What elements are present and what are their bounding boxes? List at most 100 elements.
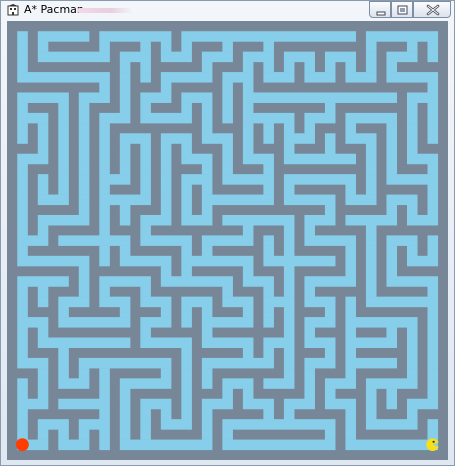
maze-path-segment — [99, 174, 131, 185]
maze-path-segment — [17, 225, 28, 236]
maze-path-segment — [58, 153, 69, 165]
maze-path-segment — [406, 143, 418, 155]
maze-path-segment — [201, 337, 254, 348]
maze-path-segment — [283, 266, 295, 277]
maze-path-segment — [365, 255, 377, 267]
maze-path-segment — [304, 235, 356, 246]
maze-path-segment — [222, 429, 233, 440]
game-board[interactable] — [7, 21, 448, 460]
maze-path-segment — [324, 133, 336, 144]
maze-path-segment — [17, 153, 49, 165]
maze-path-segment — [160, 72, 213, 83]
title-glow — [77, 8, 133, 13]
maze-path-segment — [37, 184, 49, 195]
maze-path-segment — [140, 102, 151, 114]
maze-path-segment — [119, 255, 172, 267]
maze-path-segment — [58, 398, 110, 410]
maze-path-segment — [263, 235, 274, 246]
maze-path-segment — [140, 153, 151, 165]
maze-path-segment — [304, 378, 315, 389]
window-title: A* Pacman — [24, 3, 84, 16]
maze-path-segment — [99, 429, 110, 440]
maze-path-segment — [201, 317, 254, 328]
maze-path-segment — [37, 143, 49, 155]
maze-path-segment — [99, 133, 110, 144]
maze-path-segment — [119, 214, 131, 226]
maze-path-segment — [119, 143, 131, 155]
maze-path-segment — [140, 429, 151, 440]
maze-path-segment — [17, 214, 28, 226]
maze-path-segment — [119, 133, 151, 144]
maze-path-segment — [427, 102, 439, 114]
maze-path-segment — [37, 214, 90, 226]
maze-path-segment — [345, 327, 356, 338]
maze-path-segment — [263, 72, 295, 83]
maze-path-segment — [181, 31, 356, 42]
maze-path-segment — [345, 133, 377, 144]
maze-path-segment — [160, 143, 172, 155]
maze-path-segment — [222, 388, 233, 400]
maze-path-segment — [345, 439, 439, 451]
maze-path-segment — [17, 378, 28, 389]
maze-path-segment — [365, 388, 377, 400]
maze-path-segment — [58, 123, 69, 134]
maze-path-segment — [427, 245, 439, 257]
maze-path-segment — [140, 214, 172, 226]
maze-path-segment — [17, 41, 28, 52]
maze-path-segment — [37, 31, 90, 42]
maze-path-segment — [140, 143, 151, 155]
maze-path-segment — [17, 133, 28, 144]
pacman-eye — [432, 440, 435, 443]
maze-path-segment — [222, 102, 233, 114]
maximize-button[interactable] — [391, 1, 413, 18]
maze-path-segment — [119, 398, 131, 410]
maze-path-segment — [283, 61, 295, 73]
maze-path-segment — [386, 72, 439, 83]
maze-path-segment — [365, 419, 418, 430]
maze-path-segment — [263, 378, 295, 389]
maze-path-segment — [181, 255, 254, 267]
maze-path-segment — [17, 204, 28, 216]
maze-path-segment — [78, 357, 172, 369]
maze-path-segment — [386, 245, 398, 257]
maze-path-segment — [17, 317, 49, 328]
maze-path-segment — [78, 153, 90, 165]
close-button[interactable] — [413, 1, 451, 18]
maze-path-segment — [345, 245, 356, 257]
maze-path-segment — [160, 276, 233, 287]
maze-path-segment — [99, 123, 110, 134]
maze-path-segment — [37, 327, 49, 338]
maze-path-segment — [304, 317, 336, 328]
maze-path-segment — [365, 276, 377, 287]
maze-path-segment — [181, 388, 192, 400]
close-icon — [426, 4, 440, 16]
maze-path-segment — [201, 194, 274, 206]
maze-path-segment — [181, 347, 192, 359]
maze-path-segment — [242, 51, 274, 63]
maze-path-segment — [99, 388, 110, 400]
maze-path-segment — [283, 327, 295, 338]
maze-path-segment — [58, 357, 69, 369]
maze-path-segment — [263, 255, 336, 267]
maze-path-segment — [181, 214, 213, 226]
minimize-button[interactable] — [369, 1, 391, 18]
maze-path-segment — [386, 388, 398, 400]
maze-path-segment — [365, 143, 377, 155]
maze-path-segment — [365, 51, 377, 63]
maze-path-segment — [283, 143, 295, 155]
maze-path-segment — [427, 112, 439, 124]
maze-path-segment — [181, 92, 213, 103]
maze-path-segment — [345, 306, 356, 318]
title-bar[interactable]: A* Pacman — [1, 1, 455, 20]
maze-path-segment — [99, 378, 110, 389]
maze-path-segment — [365, 408, 377, 420]
maze-path-segment — [365, 61, 377, 73]
maze-path-segment — [181, 245, 192, 257]
maze-path-segment — [345, 368, 356, 379]
maze-path-segment — [160, 184, 172, 195]
maze-path-segment — [140, 92, 172, 103]
maze-path-segment — [201, 61, 213, 73]
maze-path-segment — [242, 102, 254, 114]
maze-path-segment — [119, 163, 131, 175]
maze-path-segment — [304, 214, 336, 226]
